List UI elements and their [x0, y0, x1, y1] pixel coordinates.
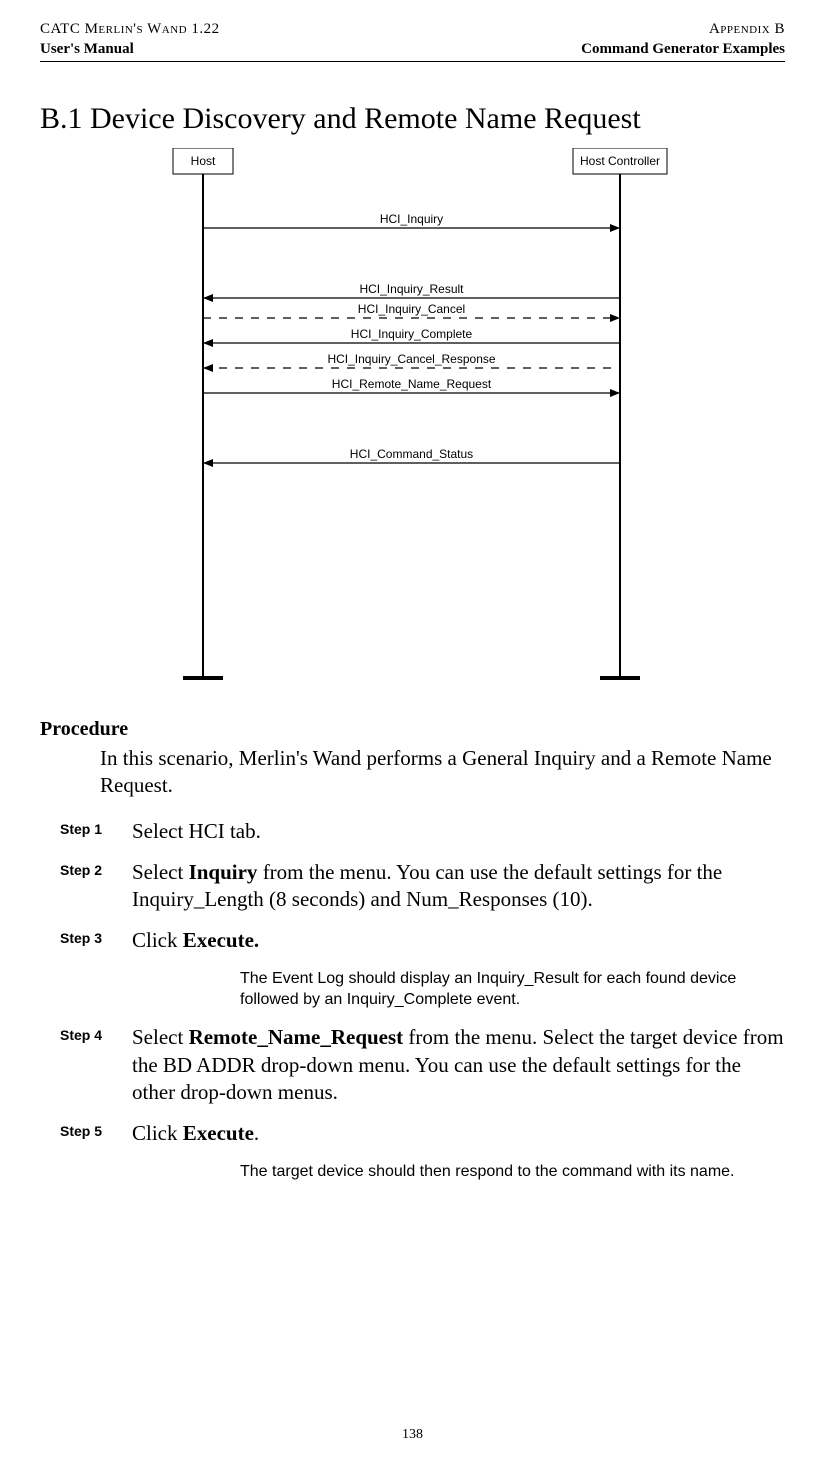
header-right-bottom: Command Generator Examples: [581, 40, 785, 60]
message-label: HCI_Remote_Name_Request: [331, 377, 491, 391]
procedure-heading: Procedure: [40, 718, 785, 741]
step-body: Click Execute.: [132, 1120, 785, 1147]
header-left-top: CATC Merlin's Wand 1.22: [40, 20, 220, 40]
arrowhead-icon: [610, 389, 620, 397]
message-label: HCI_Command_Status: [349, 447, 472, 461]
step-label: Step 3: [60, 927, 132, 954]
step-row: Step 3Click Execute.: [60, 927, 785, 954]
arrowhead-icon: [203, 364, 213, 372]
message-label: HCI_Inquiry_Result: [359, 282, 464, 296]
sequence-diagram: Host Host Controller HCI_InquiryHCI_Inqu…: [153, 148, 673, 688]
host-label: Host: [190, 154, 215, 168]
step-bold: Execute: [183, 1121, 254, 1145]
step-label: Step 4: [60, 1024, 132, 1106]
page-header: CATC Merlin's Wand 1.22 Appendix B User'…: [40, 20, 785, 62]
procedure-section: Procedure In this scenario, Merlin's Wan…: [40, 718, 785, 1182]
page-number: 138: [0, 1427, 825, 1443]
step-label: Step 1: [60, 818, 132, 845]
message-label: HCI_Inquiry: [379, 212, 442, 226]
step-body: Click Execute.: [132, 927, 785, 954]
messages-group: HCI_Inquiry HCI_Inquiry_Result HCI_Inquiry…: [203, 212, 620, 467]
arrowhead-icon: [610, 314, 620, 322]
message-label: HCI_Inquiry_Cancel_Response: [327, 352, 495, 366]
step-bold: Execute.: [183, 928, 259, 952]
step-body: Select Inquiry from the menu. You can us…: [132, 859, 785, 914]
steps-container: Step 1Select HCI tab.Step 2Select Inquir…: [40, 818, 785, 1183]
step-row: Step 5Click Execute.: [60, 1120, 785, 1147]
header-left-bottom: User's Manual: [40, 40, 134, 60]
controller-label: Host Controller: [579, 154, 659, 168]
step-bold: Inquiry: [189, 860, 258, 884]
message-label: HCI_Inquiry_Complete: [350, 327, 472, 341]
step-row: Step 2Select Inquiry from the menu. You …: [60, 859, 785, 914]
message-label: HCI_Inquiry_Cancel: [357, 302, 464, 316]
step-row: Step 4Select Remote_Name_Request from th…: [60, 1024, 785, 1106]
arrowhead-icon: [610, 224, 620, 232]
header-rule: [40, 61, 785, 62]
step-row: Step 1Select HCI tab.: [60, 818, 785, 845]
step-label: Step 5: [60, 1120, 132, 1147]
arrowhead-icon: [203, 339, 213, 347]
header-right-top: Appendix B: [709, 20, 785, 40]
arrowhead-icon: [203, 459, 213, 467]
arrowhead-icon: [203, 294, 213, 302]
step-body: Select Remote_Name_Request from the menu…: [132, 1024, 785, 1106]
step-bold: Remote_Name_Request: [189, 1025, 404, 1049]
section-title: B.1 Device Discovery and Remote Name Req…: [40, 102, 785, 136]
step-body: Select HCI tab.: [132, 818, 785, 845]
step-note: The Event Log should display an Inquiry_…: [240, 969, 755, 1011]
step-note: The target device should then respond to…: [240, 1162, 755, 1183]
procedure-intro: In this scenario, Merlin's Wand performs…: [100, 745, 775, 800]
step-label: Step 2: [60, 859, 132, 914]
